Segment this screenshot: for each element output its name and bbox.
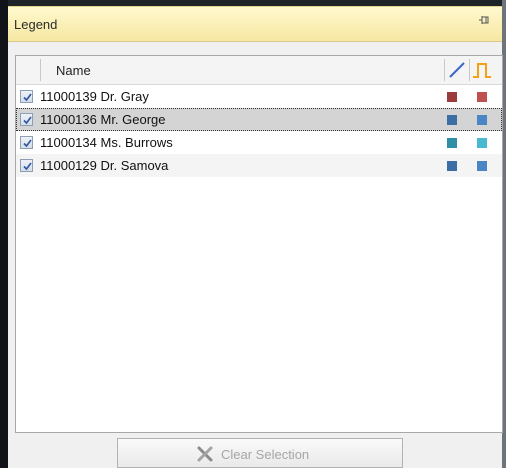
legend-panel: Legend Name 11000139 Dr. Gray 11000136 M… bbox=[8, 6, 503, 468]
legend-row[interactable]: 11000139 Dr. Gray bbox=[16, 85, 502, 108]
row-label: 11000139 Dr. Gray bbox=[40, 89, 149, 104]
line-style-icon[interactable] bbox=[448, 61, 466, 79]
line-color-swatch[interactable] bbox=[447, 92, 457, 102]
pin-icon[interactable] bbox=[476, 15, 492, 31]
left-dock-border bbox=[0, 0, 8, 468]
legend-row[interactable]: 11000134 Ms. Burrows bbox=[16, 131, 502, 154]
row-label: 11000129 Dr. Samova bbox=[40, 158, 169, 173]
bar-color-swatch[interactable] bbox=[477, 161, 487, 171]
row-checkbox[interactable] bbox=[20, 113, 33, 126]
line-color-swatch[interactable] bbox=[447, 138, 457, 148]
line-color-swatch[interactable] bbox=[447, 161, 457, 171]
line-color-swatch[interactable] bbox=[447, 115, 457, 125]
legend-row-selected[interactable]: 11000136 Mr. George bbox=[16, 108, 502, 131]
legend-list[interactable]: Name 11000139 Dr. Gray 11000136 Mr. Geor… bbox=[15, 55, 503, 433]
bar-color-swatch[interactable] bbox=[477, 92, 487, 102]
clear-x-icon bbox=[196, 445, 214, 463]
row-checkbox[interactable] bbox=[20, 159, 33, 172]
column-header: Name bbox=[16, 56, 502, 85]
column-name-header[interactable]: Name bbox=[56, 63, 91, 78]
column-separator[interactable] bbox=[40, 59, 41, 81]
legend-header[interactable]: Legend bbox=[8, 6, 502, 42]
row-label: 11000136 Mr. George bbox=[40, 112, 166, 127]
pulse-chart-icon[interactable] bbox=[472, 61, 494, 79]
clear-selection-label: Clear Selection bbox=[221, 447, 310, 462]
column-separator[interactable] bbox=[444, 59, 445, 81]
column-separator[interactable] bbox=[469, 59, 470, 81]
row-label: 11000134 Ms. Burrows bbox=[40, 135, 173, 150]
legend-title: Legend bbox=[14, 17, 58, 32]
bar-color-swatch[interactable] bbox=[477, 115, 487, 125]
row-checkbox[interactable] bbox=[20, 136, 33, 149]
row-checkbox[interactable] bbox=[20, 90, 33, 103]
clear-selection-button[interactable]: Clear Selection bbox=[117, 438, 403, 468]
legend-row[interactable]: 11000129 Dr. Samova bbox=[16, 154, 502, 177]
bar-color-swatch[interactable] bbox=[477, 138, 487, 148]
